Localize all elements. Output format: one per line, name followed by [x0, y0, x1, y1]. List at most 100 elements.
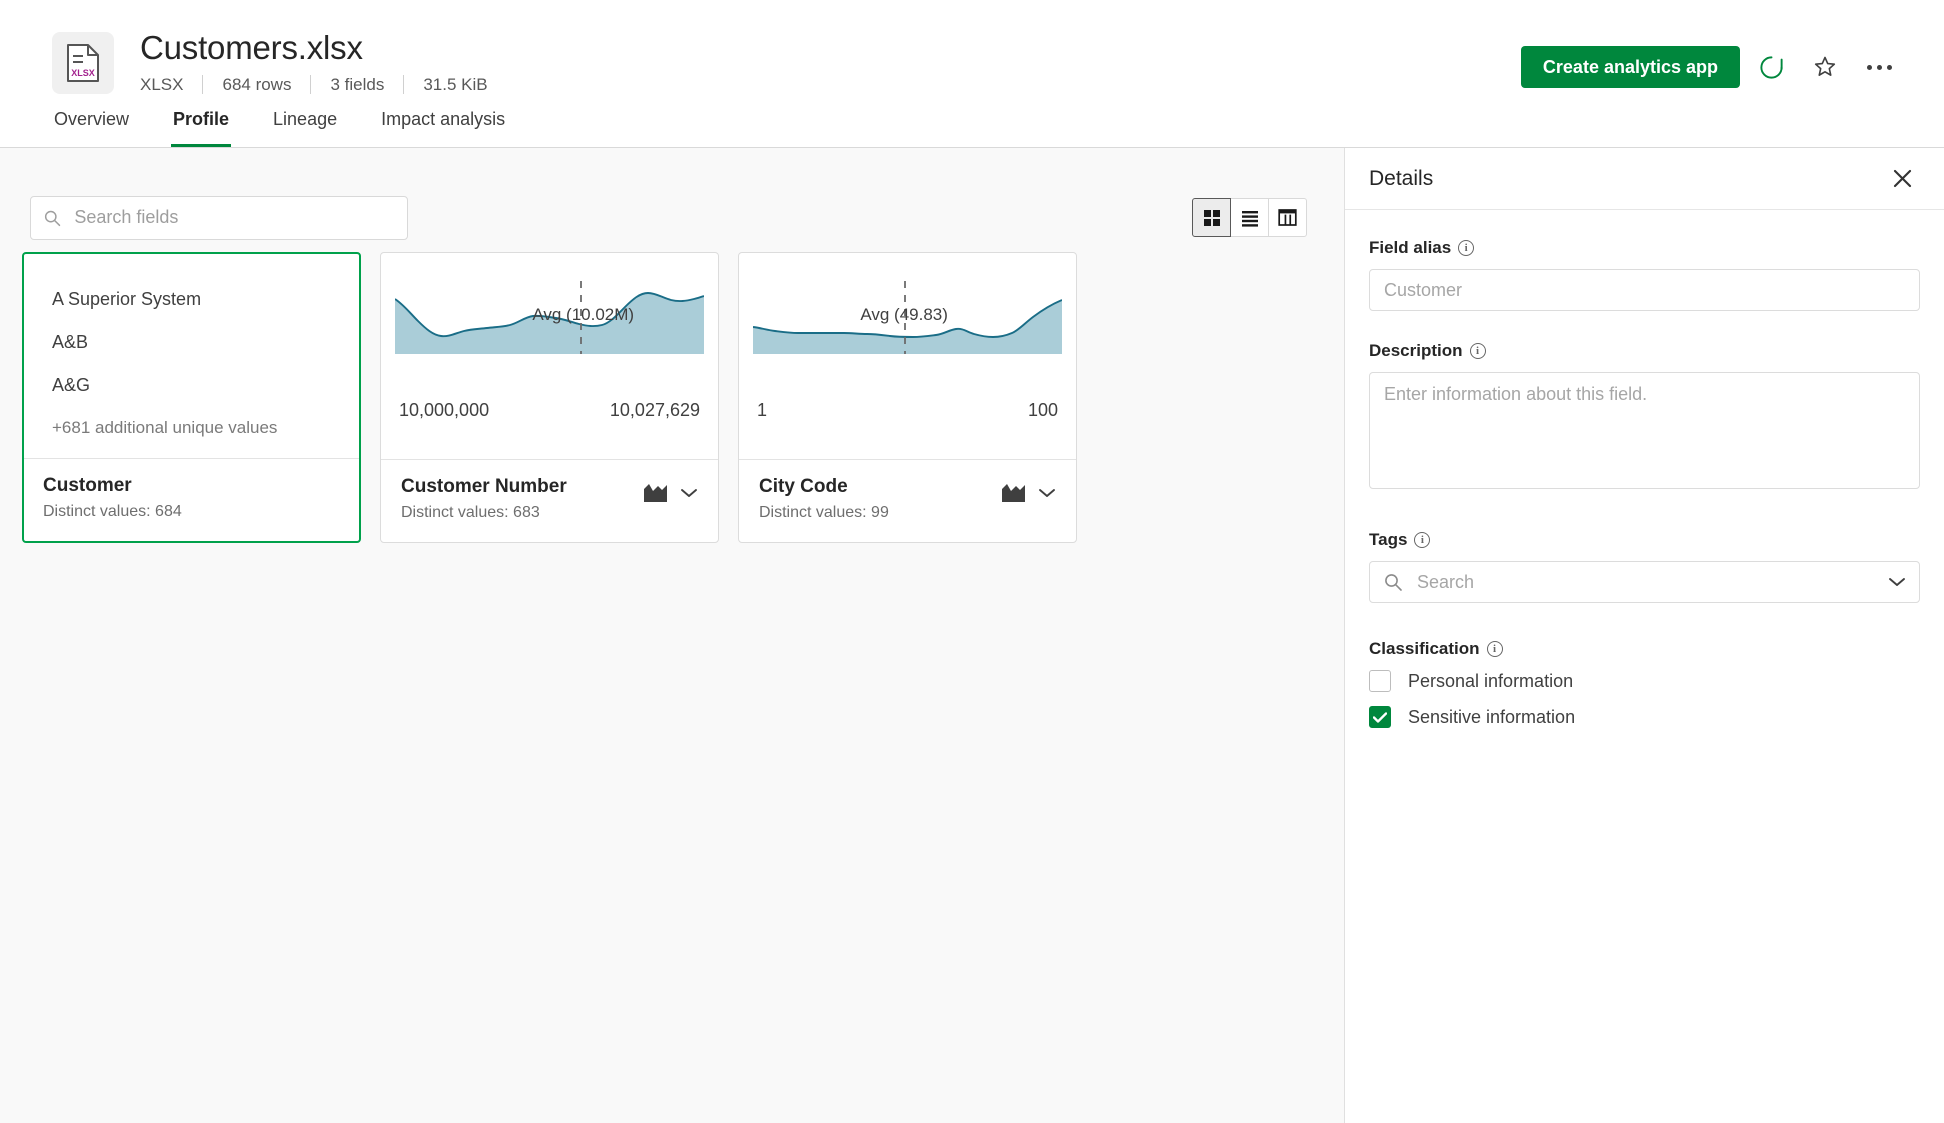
details-header: Details — [1345, 148, 1944, 210]
chart-min-label: 10,000,000 — [399, 400, 490, 420]
svg-text:XLSX: XLSX — [71, 68, 95, 78]
info-icon[interactable]: i — [1486, 641, 1503, 657]
search-fields-input[interactable] — [72, 206, 395, 229]
checkbox-box[interactable] — [1369, 706, 1391, 728]
description-label: Description i — [1369, 341, 1920, 361]
chevron-down-icon[interactable] — [680, 486, 698, 504]
details-panel: Details Field alias i Description i — [1344, 148, 1944, 1123]
list-item: A&G — [52, 375, 91, 395]
meta-fields: 3 fields — [330, 74, 385, 94]
field-card-city-code[interactable]: Avg (49.83) 1 100 City Code Distinct val… — [738, 252, 1077, 543]
tags-search-input[interactable] — [1415, 570, 1888, 594]
distinct-values-label: Distinct values: 684 — [43, 503, 182, 520]
tab-profile[interactable]: Profile — [171, 109, 232, 148]
info-icon[interactable]: i — [1469, 343, 1486, 359]
list-view-icon[interactable] — [1230, 198, 1269, 237]
fields-toolbar — [0, 148, 1341, 248]
tab-lineage[interactable]: Lineage — [271, 109, 339, 148]
tags-label: Tags i — [1369, 530, 1920, 550]
file-meta: XLSX 684 rows 3 fields 31.5 KiB — [140, 75, 488, 95]
classification-label-text: Classification — [1369, 639, 1480, 658]
chevron-down-icon[interactable] — [1038, 486, 1056, 504]
field-alias-label: Field alias i — [1369, 238, 1920, 258]
area-chart-customer-number: Avg (10.02M) 10,000,000 10,027,629 — [381, 253, 718, 421]
checkbox-label: Sensitive information — [1408, 706, 1576, 727]
details-body: Field alias i Description i Tags i — [1345, 210, 1944, 742]
field-alias-input[interactable] — [1369, 269, 1920, 311]
search-icon — [44, 210, 61, 226]
classification-label: Classification i — [1369, 639, 1920, 659]
search-fields-box[interactable] — [30, 195, 408, 240]
chart-range-labels: 1 100 — [739, 389, 1076, 421]
checkbox-box[interactable] — [1369, 670, 1391, 692]
card-footer: City Code Distinct values: 99 — [739, 459, 1076, 542]
chart-min-label: 1 — [757, 400, 768, 420]
details-title: Details — [1369, 166, 1434, 190]
close-icon[interactable] — [1885, 162, 1919, 196]
list-item: A Superior System — [52, 289, 202, 309]
qlik-reload-icon[interactable] — [1748, 44, 1794, 90]
card-footer: Customer Number Distinct values: 683 — [381, 459, 718, 542]
value-list: A Superior System A&B A&G +681 additiona… — [24, 254, 359, 438]
meta-divider — [202, 75, 204, 95]
fields-main-column: A Superior System A&B A&G +681 additiona… — [0, 148, 1341, 1123]
card-chart-area: Avg (49.83) 1 100 — [739, 253, 1076, 459]
card-footer-icons — [1002, 476, 1056, 507]
card-footer: Customer Distinct values: 684 — [24, 458, 359, 541]
field-alias-label-text: Field alias — [1369, 238, 1452, 257]
page-header: XLSX Customers.xlsx XLSX 684 rows 3 fiel… — [0, 0, 1944, 148]
meta-rows: 684 rows — [222, 74, 292, 94]
chart-max-label: 10,027,629 — [609, 400, 700, 420]
chevron-down-icon — [1889, 578, 1905, 586]
check-icon — [1373, 711, 1387, 723]
page-body: A Superior System A&B A&G +681 additiona… — [0, 148, 1944, 1123]
title-block: Customers.xlsx XLSX 684 rows 3 fields 31… — [140, 29, 488, 95]
tab-overview[interactable]: Overview — [52, 109, 131, 148]
description-label-text: Description — [1369, 341, 1463, 360]
more-options-icon[interactable] — [1856, 44, 1902, 90]
chart-range-labels: 10,000,000 10,027,629 — [381, 389, 718, 421]
search-icon — [1385, 574, 1402, 591]
star-icon[interactable] — [1802, 44, 1848, 90]
description-textarea[interactable] — [1369, 372, 1920, 489]
additional-values-label: +681 additional unique values — [52, 418, 278, 437]
area-chart-icon[interactable] — [644, 482, 667, 507]
meta-divider — [403, 75, 405, 95]
distinct-values-label: Distinct values: 683 — [401, 504, 540, 521]
checkbox-label: Personal information — [1408, 670, 1574, 691]
header-actions: Create analytics app — [1520, 44, 1902, 90]
view-toggle-group — [1192, 198, 1307, 237]
checkbox-sensitive-information[interactable]: Sensitive information — [1369, 706, 1920, 728]
tags-select[interactable] — [1369, 561, 1920, 603]
create-analytics-app-button[interactable]: Create analytics app — [1520, 46, 1740, 88]
field-name: Customer — [43, 475, 132, 496]
area-chart-icon[interactable] — [1002, 482, 1025, 507]
distinct-values-label: Distinct values: 99 — [759, 504, 889, 521]
card-values-area: A Superior System A&B A&G +681 additiona… — [24, 254, 359, 458]
info-icon[interactable]: i — [1458, 240, 1475, 256]
field-card-customer-number[interactable]: Avg (10.02M) 10,000,000 10,027,629 Custo… — [380, 252, 719, 543]
page-title: Customers.xlsx — [140, 29, 363, 66]
grid-view-icon[interactable] — [1192, 198, 1231, 237]
tab-impact-analysis[interactable]: Impact analysis — [379, 109, 507, 148]
field-card-customer[interactable]: A Superior System A&B A&G +681 additiona… — [22, 252, 361, 543]
field-cards: A Superior System A&B A&G +681 additiona… — [0, 248, 1341, 543]
card-footer-icons — [644, 476, 698, 507]
field-name: Customer Number — [401, 476, 567, 497]
card-chart-area: Avg (10.02M) 10,000,000 10,027,629 — [381, 253, 718, 459]
tab-bar: Overview Profile Lineage Impact analysis — [52, 94, 547, 148]
area-chart-city-code: Avg (49.83) 1 100 — [739, 253, 1076, 421]
info-icon[interactable]: i — [1414, 532, 1431, 548]
chart-max-label: 100 — [1027, 400, 1058, 420]
checkbox-personal-information[interactable]: Personal information — [1369, 670, 1920, 692]
tags-label-text: Tags — [1369, 530, 1408, 549]
meta-divider — [310, 75, 312, 95]
avg-label: Avg (49.83) — [860, 305, 948, 324]
table-view-icon[interactable] — [1268, 198, 1307, 237]
more-dots — [1866, 64, 1892, 70]
list-item: A&B — [52, 332, 89, 352]
xlsx-file-icon: XLSX — [52, 32, 114, 94]
